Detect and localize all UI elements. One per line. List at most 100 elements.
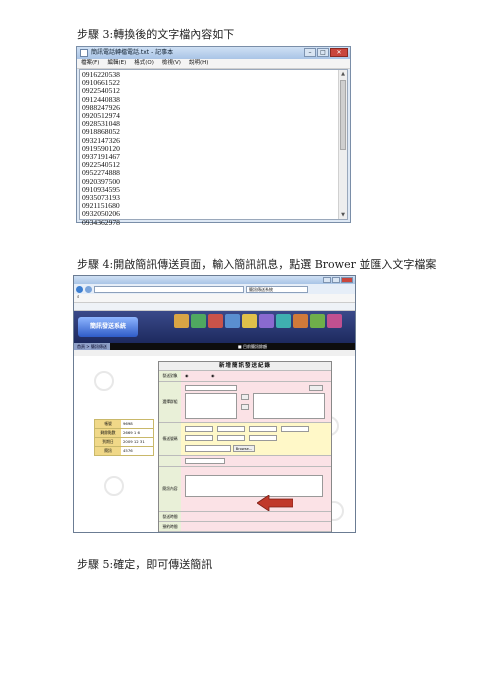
phone-input[interactable]	[217, 435, 245, 441]
info-value: 2669 1 6	[121, 429, 153, 437]
tool-icon[interactable]	[191, 314, 206, 328]
address-bar[interactable]	[94, 285, 244, 293]
form-label: 發送時間	[159, 512, 181, 521]
selected-group-list[interactable]	[253, 393, 325, 419]
group-select-field	[181, 382, 331, 422]
watermark-icon	[104, 476, 124, 496]
tool-icon[interactable]	[242, 314, 257, 328]
send-time-field[interactable]	[181, 512, 331, 521]
step-4-heading: 步驟 4:開啟簡訊傳送頁面，輸入簡訊訊息，點選 Brower 並匯入文字檔案	[77, 258, 437, 271]
notepad-icon	[80, 49, 88, 57]
remove-arrow-button[interactable]	[241, 404, 249, 410]
group-list[interactable]	[185, 393, 237, 419]
forward-icon[interactable]	[85, 285, 92, 293]
info-key: 簡訊	[95, 447, 121, 455]
info-value: 2009 12 31	[121, 438, 153, 446]
signature-select[interactable]	[185, 458, 225, 464]
maximize-icon[interactable]: □	[317, 48, 329, 57]
scroll-up-icon[interactable]: ▲	[339, 70, 347, 78]
form-label	[159, 456, 181, 466]
search-icon[interactable]: ⌕	[77, 294, 80, 302]
site-banner: 簡訊發送系統	[74, 311, 355, 343]
form-title: 新增簡訊發送紀錄	[159, 362, 331, 370]
tool-icon[interactable]	[327, 314, 342, 328]
schedule-time-field[interactable]	[181, 522, 331, 531]
phone-input[interactable]	[217, 426, 245, 432]
site-toolbar	[174, 314, 342, 328]
tool-icon[interactable]	[310, 314, 325, 328]
notepad-menubar: 檔案(F) 編輯(E) 格式(O) 檢視(V) 說明(H)	[77, 59, 350, 69]
page-content: 帳號 9698 剩餘點數 2669 1 6 到期日 2009 12 31 簡訊 4576…	[74, 356, 355, 532]
browser-navbar: 簡訊傳送系統	[74, 284, 355, 294]
tool-icon[interactable]	[293, 314, 308, 328]
red-arrow-icon	[257, 495, 293, 511]
account-info-panel: 帳號 9698 剩餘點數 2669 1 6 到期日 2009 12 31 簡訊 4576	[94, 419, 154, 456]
signature-field	[181, 456, 331, 466]
vertical-scrollbar[interactable]: ▲ ▼	[338, 70, 347, 219]
browser-window: 簡訊傳送系統 ⌕ 簡訊發送系統 首頁 > 簡訊傳送 ■ 目前簡訊餘額 帳號 969…	[73, 275, 356, 533]
tool-icon[interactable]	[259, 314, 274, 328]
tool-icon[interactable]	[174, 314, 189, 328]
radio-icon[interactable]: ◉	[211, 373, 215, 378]
browse-button[interactable]: Browse...	[233, 445, 255, 452]
search-toolbar: ⌕	[74, 294, 355, 303]
back-icon[interactable]	[76, 285, 83, 293]
sms-send-form: 新增簡訊發送紀錄 發送對象 ◉ ◉ 選擇群組 傳送號碼 Browse... 簡訊…	[158, 361, 332, 532]
add-arrow-button[interactable]	[241, 394, 249, 400]
notepad-titlebar: 簡訊電話轉檔電話.txt - 記事本 – □ ✕	[77, 47, 350, 59]
minimize-icon[interactable]: –	[304, 48, 316, 57]
form-label: 預約時間	[159, 522, 181, 531]
form-label: 發送對象	[159, 371, 181, 381]
site-status-strip: 首頁 > 簡訊傳送 ■ 目前簡訊餘額	[74, 343, 355, 350]
menu-format[interactable]: 格式(O)	[134, 59, 154, 68]
phone-list: 0916220538 0910661522 0922540512 0912440…	[82, 70, 120, 227]
tool-icon[interactable]	[276, 314, 291, 328]
bookmarks-bar	[74, 303, 355, 311]
menu-view[interactable]: 檢視(V)	[162, 59, 181, 68]
search-button[interactable]	[309, 385, 323, 391]
minimize-icon[interactable]	[323, 277, 331, 283]
radio-icon[interactable]: ◉	[185, 373, 189, 378]
phone-input[interactable]	[249, 435, 277, 441]
message-textarea[interactable]	[185, 475, 323, 497]
menu-file[interactable]: 檔案(F)	[81, 59, 99, 68]
group-dropdown[interactable]	[185, 385, 237, 391]
notepad-title: 簡訊電話轉檔電話.txt - 記事本	[91, 49, 174, 56]
phone-input[interactable]	[185, 435, 213, 441]
maximize-icon[interactable]	[332, 277, 340, 283]
close-icon[interactable]: ✕	[330, 48, 348, 57]
phone-input[interactable]	[185, 426, 213, 432]
info-key: 到期日	[95, 438, 121, 446]
message-content-field	[181, 467, 331, 511]
info-key: 剩餘點數	[95, 429, 121, 437]
tool-icon[interactable]	[208, 314, 223, 328]
tool-icon[interactable]	[225, 314, 240, 328]
phone-input[interactable]	[249, 426, 277, 432]
phone-line: 0934362978	[82, 217, 120, 227]
phone-input[interactable]	[281, 426, 309, 432]
balance-message: ■ 目前簡訊餘額	[237, 343, 267, 349]
menu-help[interactable]: 說明(H)	[189, 59, 208, 68]
scroll-down-icon[interactable]: ▼	[339, 211, 347, 219]
step-3-heading: 步驟 3:轉換後的文字檔內容如下	[77, 28, 235, 41]
recipient-type-field[interactable]: ◉ ◉	[181, 371, 331, 381]
notepad-text-area[interactable]: 0916220538 0910661522 0922540512 0912440…	[79, 69, 348, 226]
info-value: 9698	[121, 420, 153, 428]
info-key: 帳號	[95, 420, 121, 428]
step-5-heading: 步驟 5:確定，即可傳送簡訊	[77, 558, 213, 571]
browser-titlebar	[74, 276, 355, 284]
site-logo: 簡訊發送系統	[78, 317, 138, 337]
breadcrumb[interactable]: 首頁 > 簡訊傳送	[74, 343, 110, 350]
form-label: 選擇群組	[159, 382, 181, 422]
file-path-input[interactable]	[185, 445, 231, 452]
menu-edit[interactable]: 編輯(E)	[107, 59, 126, 68]
watermark-icon	[94, 371, 114, 391]
phone-number-field: Browse...	[181, 423, 331, 455]
info-value: 4576	[121, 447, 153, 455]
form-label: 傳送號碼	[159, 423, 181, 455]
form-label: 簡訊內容	[159, 467, 181, 511]
notepad-window: 簡訊電話轉檔電話.txt - 記事本 – □ ✕ 檔案(F) 編輯(E) 格式(…	[76, 46, 351, 226]
scroll-thumb[interactable]	[340, 80, 346, 150]
browser-tab[interactable]: 簡訊傳送系統	[246, 285, 308, 293]
close-icon[interactable]	[341, 277, 353, 283]
